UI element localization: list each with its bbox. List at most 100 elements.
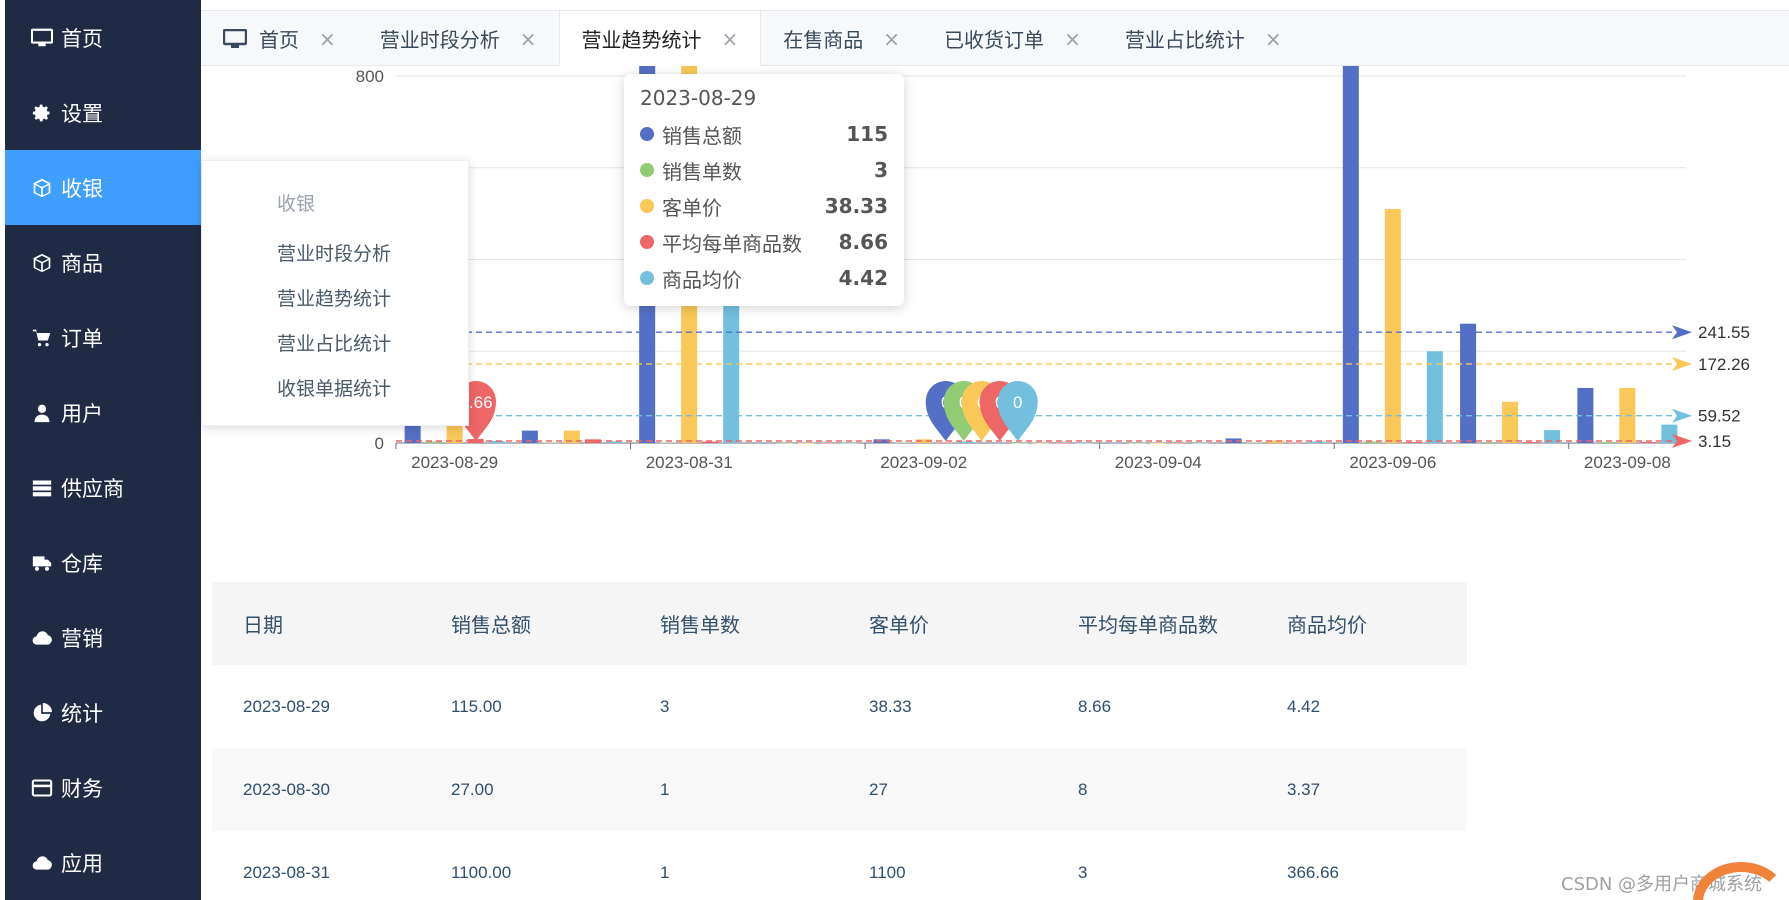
- tooltip-row-value: 38.33: [824, 194, 888, 218]
- mark-line-arrow-icon: [1672, 356, 1692, 371]
- bar: [542, 442, 559, 444]
- sidebar-item-label: 商品: [61, 251, 103, 276]
- mark-line-arrow-icon: [1672, 408, 1692, 423]
- table-cell: 27.00: [420, 748, 629, 831]
- sidebar-item-1[interactable]: 设置: [5, 75, 201, 150]
- bar: [702, 441, 719, 443]
- sidebar-item-8[interactable]: 营销: [5, 600, 201, 675]
- x-tick-label: 2023-09-08: [1584, 453, 1671, 472]
- tab-2[interactable]: 营业趋势统计 ×: [558, 11, 762, 66]
- gear-icon: [29, 102, 55, 124]
- table-cell: 1: [629, 748, 838, 831]
- mark-line-label: 172.26: [1698, 355, 1750, 374]
- sidebar-item-6[interactable]: 供应商: [5, 450, 201, 525]
- sidebar-item-0[interactable]: 首页: [5, 0, 201, 75]
- tooltip-row: 商品均价 4.42: [640, 260, 888, 296]
- sidebar-item-5[interactable]: 用户: [5, 375, 201, 450]
- close-icon[interactable]: ×: [319, 27, 336, 51]
- tooltip-row-label: 平均每单商品数: [662, 231, 802, 256]
- flyout-title: 收银: [277, 193, 316, 215]
- table-header-row: 日期 销售总额 销售单数 客单价 平均每单商品数 商品均价: [212, 582, 1467, 665]
- tooltip-row-label: 销售单数: [662, 159, 742, 184]
- pie-chart-icon: [29, 702, 55, 724]
- sidebar-item-10[interactable]: 财务: [5, 750, 201, 825]
- flyout-item-trend-stats[interactable]: 营业趋势统计: [277, 284, 391, 311]
- bar: [1129, 443, 1146, 444]
- y-tick-label: 0: [375, 434, 384, 453]
- user-icon: [29, 402, 55, 424]
- bar: [425, 441, 442, 443]
- col-header-avg-items: 平均每单商品数: [1047, 582, 1256, 665]
- sidebar-item-2[interactable]: 收银: [5, 150, 201, 225]
- col-header-date: 日期: [212, 582, 420, 665]
- sidebar-item-label: 统计: [61, 701, 103, 726]
- tab-4[interactable]: 已收货订单 ×: [922, 11, 1103, 66]
- tooltip-row-label: 客单价: [662, 195, 722, 220]
- floating-badge[interactable]: [1693, 862, 1789, 900]
- tab-0[interactable]: 首页 ×: [201, 11, 358, 66]
- legend-dot-icon: [640, 199, 654, 213]
- flyout-item-receipt-stats[interactable]: 收银单据统计: [277, 374, 391, 401]
- table-cell: 2023-08-30: [212, 748, 420, 831]
- table-cell: 2023-08-31: [212, 831, 420, 900]
- table-cell: 38.33: [838, 665, 1047, 748]
- legend-dot-icon: [640, 127, 654, 141]
- sidebar-item-4[interactable]: 订单: [5, 300, 201, 375]
- bar: [1598, 442, 1615, 443]
- bar: [1405, 442, 1422, 443]
- sidebar-item-label: 营销: [61, 626, 103, 651]
- bar: [1075, 443, 1091, 444]
- table-row: 2023-08-30 27.00 1 27 8 3.37: [212, 748, 1467, 831]
- legend-dot-icon: [640, 271, 654, 285]
- sidebar-item-9[interactable]: 统计: [5, 675, 201, 750]
- close-icon[interactable]: ×: [520, 27, 537, 51]
- sidebar-item-label: 设置: [61, 101, 103, 126]
- sidebar-item-11[interactable]: 应用: [5, 825, 201, 900]
- legend-dot-icon: [640, 235, 654, 249]
- bar: [1192, 443, 1209, 444]
- tooltip-date: 2023-08-29: [640, 86, 757, 110]
- tooltip-row-value: 8.66: [838, 230, 888, 254]
- tooltip-row-value: 4.42: [838, 266, 888, 290]
- bar: [840, 443, 857, 444]
- x-tick-label: 2023-09-06: [1349, 453, 1436, 472]
- sidebar: 首页设置收银商品订单用户供应商仓库营销统计财务 应用: [5, 0, 201, 900]
- cloud-icon: [29, 852, 55, 874]
- legend-dot-icon: [640, 163, 654, 177]
- sidebar-item-7[interactable]: 仓库: [5, 525, 201, 600]
- tab-label: 营业趋势统计: [581, 28, 702, 52]
- flyout-item-share-stats[interactable]: 营业占比统计: [277, 329, 391, 356]
- x-tick-label: 2023-08-31: [646, 453, 733, 472]
- bar: [1246, 442, 1263, 444]
- col-header-avg-item-price: 商品均价: [1256, 582, 1467, 665]
- close-icon[interactable]: ×: [1064, 27, 1081, 51]
- cube-icon: [29, 252, 55, 274]
- bar: [1661, 424, 1678, 443]
- flyout-item-period-analysis[interactable]: 营业时段分析: [277, 239, 391, 266]
- mark-line-label: 59.52: [1698, 407, 1741, 426]
- sidebar-item-3[interactable]: 商品: [5, 225, 201, 300]
- tab-label: 在售商品: [783, 28, 864, 52]
- close-icon[interactable]: ×: [722, 27, 739, 51]
- sidebar-item-label: 订单: [61, 326, 103, 351]
- table-row: 2023-08-29 115.00 3 38.33 8.66 4.42: [212, 665, 1467, 748]
- table-cell: 3: [629, 665, 838, 748]
- tab-1[interactable]: 营业时段分析 ×: [358, 11, 559, 66]
- tooltip-row: 销售单数 3: [640, 152, 888, 188]
- mark-line-arrow-icon: [1672, 325, 1692, 340]
- bar: [957, 441, 974, 443]
- y-tick-label: 800: [356, 67, 384, 86]
- chart-tooltip: 2023-08-29 销售总额 115 销售单数 3 客单价 38.33 平均每单商品数 8.…: [624, 74, 904, 306]
- table-cell: 1: [629, 831, 838, 900]
- tab-bar: 首页 × 营业时段分析 × 营业趋势统计 × 在售商品 × 已收货订单 × 营业占比统计 ×: [201, 10, 1789, 66]
- bar: [1033, 443, 1049, 444]
- close-icon[interactable]: ×: [1265, 27, 1282, 51]
- close-icon[interactable]: ×: [883, 27, 900, 51]
- bar: [1640, 442, 1657, 443]
- sidebar-item-label: 供应商: [61, 476, 124, 501]
- table-cell: 27: [838, 748, 1047, 831]
- tab-5[interactable]: 营业占比统计 ×: [1103, 11, 1304, 66]
- tab-3[interactable]: 在售商品 ×: [761, 11, 922, 66]
- table-cell: 8: [1047, 748, 1256, 831]
- col-header-order-count: 销售单数: [629, 582, 838, 665]
